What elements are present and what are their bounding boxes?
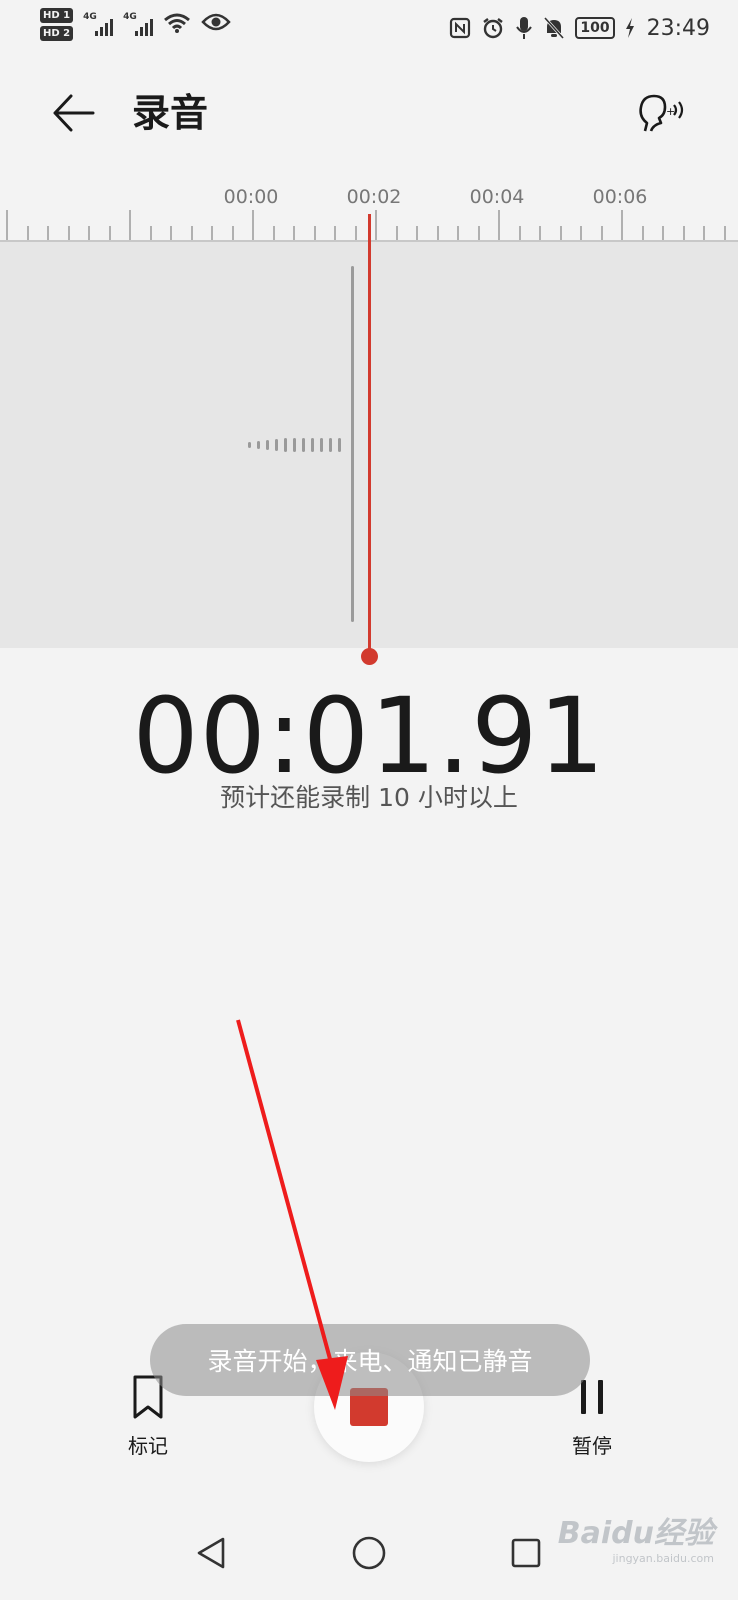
timeline-label: 00:00 xyxy=(223,186,279,208)
ruler-tick xyxy=(601,226,603,240)
ruler-tick xyxy=(375,210,377,240)
watermark-url: jingyan.baidu.com xyxy=(612,1552,714,1565)
ruler-tick xyxy=(539,226,541,240)
waveform-bar xyxy=(311,438,314,452)
ruler-tick xyxy=(47,226,49,240)
ruler-tick xyxy=(498,210,500,240)
timeline-label: 00:06 xyxy=(592,186,648,208)
ruler-tick xyxy=(27,226,29,240)
waveform-bar xyxy=(284,438,287,452)
waveform-bar xyxy=(338,438,341,452)
ruler-tick xyxy=(662,226,664,240)
ruler-tick xyxy=(252,210,254,240)
svg-text:+: + xyxy=(666,105,675,118)
ruler-tick xyxy=(170,226,172,240)
mic-icon xyxy=(515,16,533,40)
waveform-bar xyxy=(248,442,251,448)
nav-back-button[interactable] xyxy=(186,1528,236,1578)
waveform-bar xyxy=(329,438,332,452)
ruler-tick xyxy=(150,226,152,240)
ruler-tick xyxy=(621,210,623,240)
ruler-tick xyxy=(109,226,111,240)
recorder-screen: HD 1 HD 2 4G 4G 100 23:49 录音 + 00:00 00:… xyxy=(0,0,738,1600)
watermark: Baidu经验 jingyan.baidu.com xyxy=(558,1508,714,1565)
timeline-label: 00:04 xyxy=(469,186,525,208)
nav-recents-button[interactable] xyxy=(501,1528,551,1578)
circle-home-icon xyxy=(352,1536,386,1570)
network-type-1: 4G xyxy=(83,12,97,22)
voice-assistant-icon: + xyxy=(639,94,684,132)
ruler-tick xyxy=(191,226,193,240)
ruler-tick xyxy=(416,226,418,240)
ruler-tick xyxy=(129,210,131,240)
ruler-tick xyxy=(478,226,480,240)
ruler-tick xyxy=(642,226,644,240)
voice-assistant-button[interactable]: + xyxy=(632,88,692,138)
waveform-bar xyxy=(293,438,296,452)
ruler-tick xyxy=(437,226,439,240)
toast-message: 录音开始，来电、通知已静音 xyxy=(150,1324,590,1396)
ruler-tick xyxy=(68,226,70,240)
wifi-icon xyxy=(163,12,191,34)
watermark-brand: Baidu经验 xyxy=(557,1516,714,1551)
playhead-handle[interactable] xyxy=(361,648,378,665)
timeline-label: 00:02 xyxy=(346,186,402,208)
waveform-bar xyxy=(266,440,269,450)
battery-indicator: 100 xyxy=(575,17,615,39)
ruler-tick xyxy=(273,226,275,240)
eye-icon xyxy=(201,12,231,32)
ruler-tick xyxy=(703,226,705,240)
nav-home-button[interactable] xyxy=(344,1528,394,1578)
ruler-tick xyxy=(560,226,562,240)
alarm-icon xyxy=(481,16,505,40)
waveform-bar xyxy=(302,438,305,452)
status-left: HD 1 HD 2 4G 4G xyxy=(40,8,231,48)
ruler-tick xyxy=(293,226,295,240)
ruler-tick xyxy=(724,226,726,240)
ruler-tick xyxy=(519,226,521,240)
square-recents-icon xyxy=(511,1538,541,1568)
hd1-badge: HD 1 xyxy=(40,8,74,23)
hd2-badge: HD 2 xyxy=(40,26,74,41)
triangle-back-icon xyxy=(197,1537,225,1569)
remaining-time-text: 预计还能录制 10 小时以上 xyxy=(220,783,518,812)
mute-icon xyxy=(543,16,565,40)
ruler-tick xyxy=(683,226,685,240)
waveform-bar xyxy=(275,439,278,451)
back-button[interactable] xyxy=(48,88,98,138)
waveform-bar xyxy=(351,266,354,622)
ruler-tick xyxy=(314,226,316,240)
status-time: 23:49 xyxy=(646,15,710,41)
hd-indicators: HD 1 HD 2 xyxy=(40,8,74,41)
mark-label: 标记 xyxy=(128,1434,168,1458)
pause-label: 暂停 xyxy=(572,1434,612,1458)
page-title: 录音 xyxy=(132,91,209,135)
network-type-2: 4G xyxy=(123,12,137,22)
ruler-tick xyxy=(396,226,398,240)
nfc-icon xyxy=(449,17,471,39)
charging-icon xyxy=(625,18,635,38)
waveform-bar xyxy=(257,441,260,449)
arrow-left-icon xyxy=(53,94,95,132)
ruler-tick xyxy=(580,226,582,240)
ruler-tick xyxy=(88,226,90,240)
ruler-tick xyxy=(355,226,357,240)
ruler-tick xyxy=(6,210,8,240)
ruler-tick xyxy=(211,226,213,240)
ruler-tick xyxy=(232,226,234,240)
signal-icon: 4G xyxy=(83,8,114,38)
ruler-tick xyxy=(457,226,459,240)
signal-icon: 4G xyxy=(123,8,154,38)
status-bar: HD 1 HD 2 4G 4G 100 23:49 xyxy=(0,0,738,56)
playhead-line xyxy=(368,214,371,654)
ruler-tick xyxy=(334,226,336,240)
status-right: 100 23:49 xyxy=(449,12,710,44)
waveform-bar xyxy=(320,438,323,452)
